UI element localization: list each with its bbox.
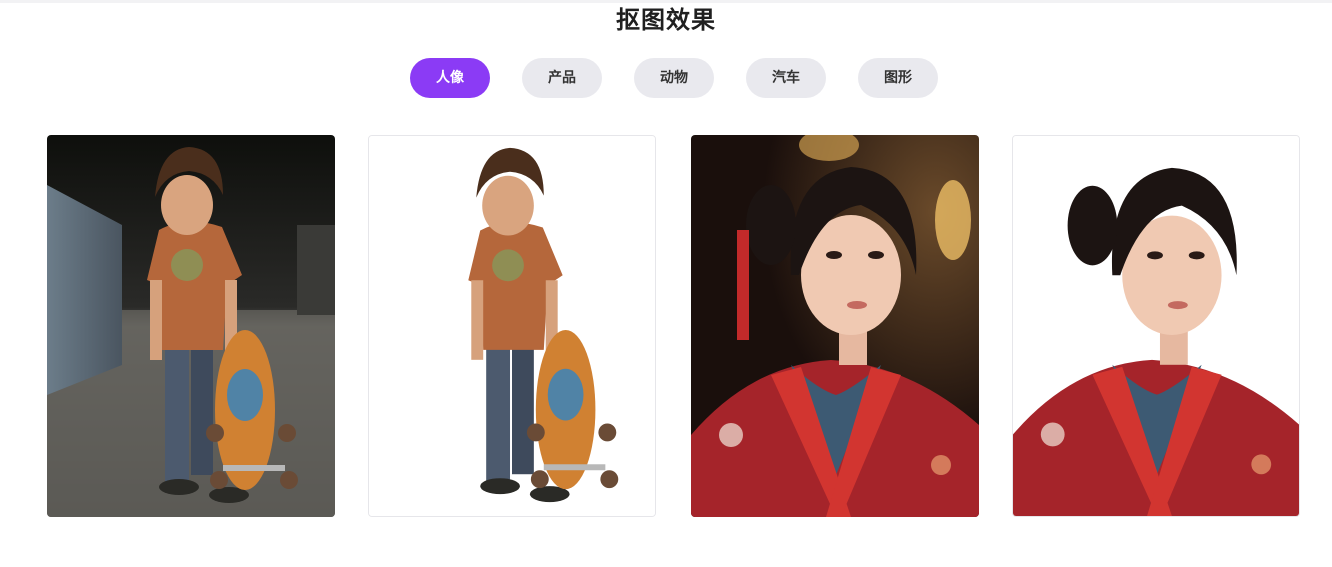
boy-original-image: [47, 135, 335, 517]
tab-portrait[interactable]: 人像: [410, 58, 490, 98]
section-title: 抠图效果: [616, 6, 716, 34]
top-divider: [0, 0, 1332, 3]
girl-cutout-image: [1012, 135, 1300, 517]
tab-graphic[interactable]: 图形: [858, 58, 938, 98]
boy-cutout-image: [368, 135, 656, 517]
tab-animal[interactable]: 动物: [634, 58, 714, 98]
tab-product[interactable]: 产品: [522, 58, 602, 98]
girl-original-image: [691, 135, 979, 517]
tab-car[interactable]: 汽车: [746, 58, 826, 98]
